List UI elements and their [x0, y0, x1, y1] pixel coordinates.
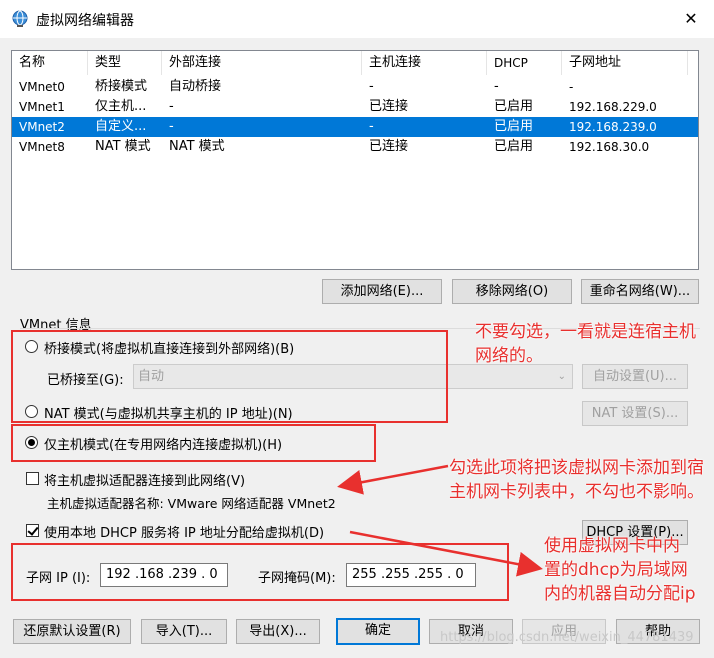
- annotation-arrows: [337, 464, 543, 577]
- annotation-arrow-2: [349, 530, 543, 577]
- annotation-arrow-1: [337, 464, 449, 495]
